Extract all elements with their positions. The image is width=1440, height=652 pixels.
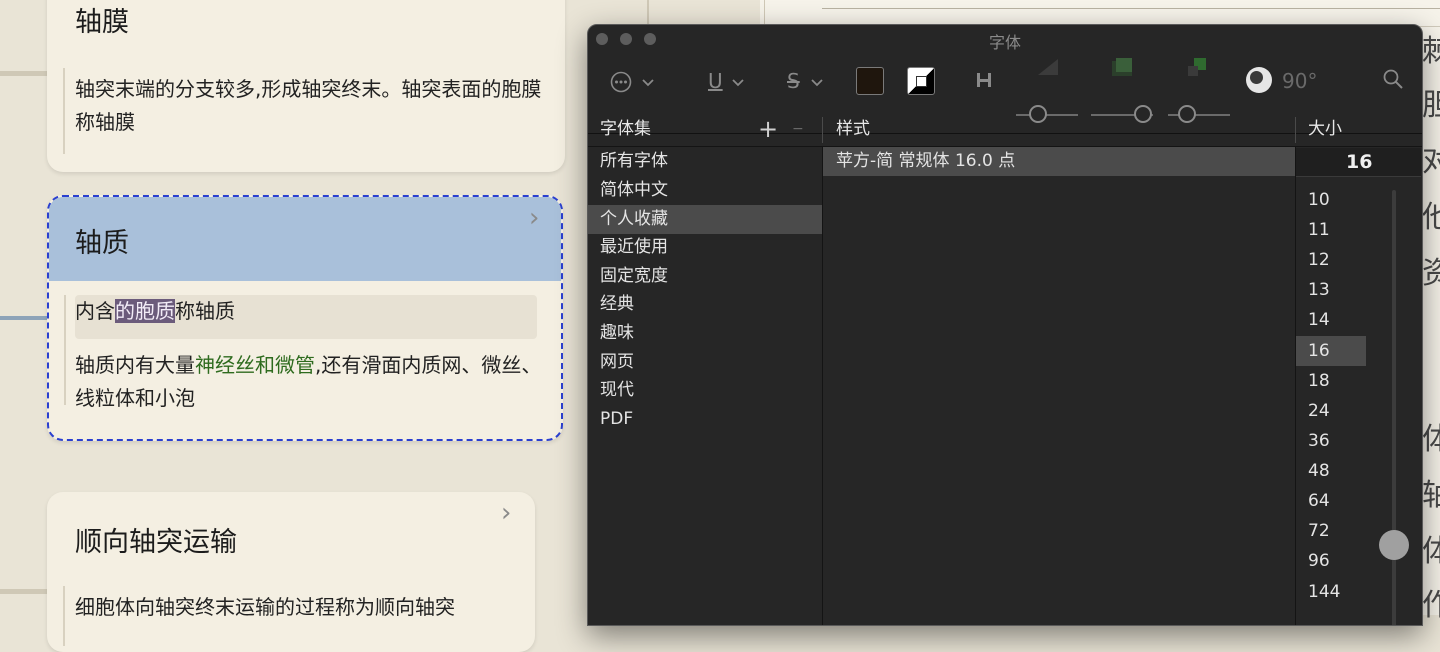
- font-panel-window[interactable]: 字体 U S 90° 字体集 + − 样式 大小 所有字体 简体中文 个人收藏 …: [587, 24, 1423, 626]
- doc-glyph: 资: [1422, 256, 1440, 291]
- strikethrough-icon: S: [787, 69, 800, 93]
- size-input-value: 16: [1346, 151, 1373, 173]
- strikethrough-menu-button[interactable]: S: [787, 69, 827, 97]
- collection-item[interactable]: 最近使用: [588, 233, 822, 262]
- card-title: 轴质: [75, 228, 129, 259]
- mindmap-card-anterograde[interactable]: 顺向轴突运输 › 细胞体向轴突终末运输的过程称为顺向轴突: [47, 492, 535, 652]
- doc-glyph: 作: [1422, 588, 1440, 623]
- text-segment: 称轴质: [175, 299, 235, 323]
- doc-glyph: 体: [1422, 534, 1440, 569]
- dial-indicator: [1250, 71, 1263, 84]
- connector-line: [0, 71, 48, 76]
- slider-knob[interactable]: [1134, 105, 1152, 123]
- text-segment: 内含: [75, 299, 115, 323]
- text-color-swatch[interactable]: [856, 67, 884, 95]
- slider-knob[interactable]: [1029, 105, 1047, 123]
- column-separator: [1295, 117, 1296, 143]
- collection-item-selected[interactable]: 个人收藏: [588, 205, 822, 234]
- shadow-angle-label: 90°: [1282, 69, 1318, 93]
- size-item[interactable]: 14: [1296, 305, 1366, 335]
- collection-item[interactable]: PDF: [588, 405, 822, 434]
- titlebar[interactable]: 字体: [588, 25, 1422, 53]
- size-item[interactable]: 10: [1296, 185, 1366, 215]
- collection-item[interactable]: 固定宽度: [588, 262, 822, 291]
- shadow-angle-dial[interactable]: [1246, 67, 1272, 93]
- size-item[interactable]: 36: [1296, 426, 1366, 456]
- size-item[interactable]: 72: [1296, 516, 1366, 546]
- underline-icon: U: [708, 69, 723, 93]
- chevron-down-icon: [732, 79, 744, 87]
- doc-glyph: 轴: [1422, 478, 1440, 513]
- size-item[interactable]: 18: [1296, 366, 1366, 396]
- connector-line: [0, 589, 48, 594]
- doc-glyph: 对: [1422, 144, 1440, 179]
- size-item[interactable]: 96: [1296, 546, 1366, 576]
- remove-collection-button[interactable]: −: [792, 113, 804, 146]
- chevron-down-icon: [642, 79, 654, 87]
- size-item[interactable]: 144: [1296, 577, 1366, 607]
- size-slider-track[interactable]: [1392, 190, 1396, 625]
- collection-item[interactable]: 趣味: [588, 319, 822, 348]
- size-input[interactable]: 16: [1296, 148, 1421, 177]
- card-body-text: 细胞体向轴突终末运输的过程称为顺向轴突: [75, 595, 455, 619]
- blur-square-icon: [1112, 58, 1132, 76]
- chevron-right-icon[interactable]: ›: [533, 0, 543, 6]
- collection-item[interactable]: 经典: [588, 290, 822, 319]
- note-bar: [64, 295, 66, 405]
- size-item-selected[interactable]: 16: [1296, 336, 1366, 366]
- chevron-right-icon[interactable]: ›: [501, 500, 511, 526]
- collection-item[interactable]: 简体中文: [588, 176, 822, 205]
- size-slider-knob[interactable]: [1379, 530, 1409, 560]
- doc-glyph: 胆: [1422, 88, 1440, 123]
- shadow-opacity-slider[interactable]: [1016, 114, 1078, 116]
- font-toolbar: U S 90°: [588, 53, 1422, 134]
- underline-menu-button[interactable]: U: [708, 69, 748, 97]
- text-segment: 轴质内有大量: [75, 353, 195, 377]
- document-color-icon[interactable]: [907, 67, 935, 95]
- card-title: 顺向轴突运输: [75, 527, 237, 558]
- size-item[interactable]: 48: [1296, 456, 1366, 486]
- add-collection-button[interactable]: +: [758, 113, 778, 146]
- size-header: 大小: [1308, 119, 1342, 139]
- pane-divider: [822, 146, 823, 625]
- chevron-right-icon[interactable]: ›: [529, 205, 539, 231]
- action-menu-button[interactable]: [610, 69, 658, 95]
- style-item-selected[interactable]: 苹方-简 常规体 16.0 点: [823, 147, 1295, 176]
- note-bar: [63, 586, 65, 646]
- size-item[interactable]: 13: [1296, 275, 1366, 305]
- note-bar: [63, 68, 65, 154]
- card-body-line1[interactable]: 内含的胞质称轴质: [75, 295, 235, 328]
- window-title: 字体: [988, 33, 1021, 52]
- size-item[interactable]: 11: [1296, 215, 1366, 245]
- selected-text[interactable]: 的胞质: [115, 299, 175, 323]
- card-title: 轴膜: [75, 7, 129, 38]
- size-item[interactable]: 64: [1296, 486, 1366, 516]
- card-body-line2: 轴质内有大量神经丝和微管,还有滑面内质网、微丝、线粒体和小泡: [75, 349, 545, 415]
- size-item[interactable]: 12: [1296, 245, 1366, 275]
- doc-glyph: 棘: [1422, 34, 1440, 69]
- search-icon[interactable]: [1383, 69, 1403, 89]
- mindmap-card-axolemma[interactable]: 轴膜 › 轴突末端的分支较多,形成轴突终末。轴突表面的胞膜称轴膜: [47, 0, 565, 172]
- column-separator: [822, 117, 823, 143]
- collections-header: 字体集: [600, 119, 651, 139]
- document-color-inner: [916, 76, 927, 87]
- connector-line: [0, 316, 48, 320]
- green-text: 神经丝和微管: [195, 353, 315, 377]
- doc-glyph: 他: [1422, 200, 1440, 235]
- doc-glyph: 体: [1422, 422, 1440, 457]
- mindmap-card-axoplasm[interactable]: 轴质 › 内含的胞质称轴质 轴质内有大量神经丝和微管,还有滑面内质网、微丝、线粒…: [47, 195, 563, 441]
- card-body-text: 轴突末端的分支较多,形成轴突终末。轴突表面的胞膜称轴膜: [75, 77, 542, 134]
- size-item[interactable]: 24: [1296, 396, 1366, 426]
- collection-item[interactable]: 网页: [588, 348, 822, 377]
- shadow-toggle-icon[interactable]: [976, 71, 992, 89]
- opacity-triangle-icon: [1038, 59, 1058, 75]
- offset-square-icon: [1188, 58, 1206, 76]
- chevron-down-icon: [811, 79, 823, 87]
- ellipsis-circle-icon: [610, 71, 632, 93]
- collection-item[interactable]: 所有字体: [588, 147, 822, 176]
- slider-knob[interactable]: [1178, 105, 1196, 123]
- styles-header: 样式: [836, 119, 870, 139]
- doc-rule: [822, 8, 1440, 9]
- collection-item[interactable]: 现代: [588, 376, 822, 405]
